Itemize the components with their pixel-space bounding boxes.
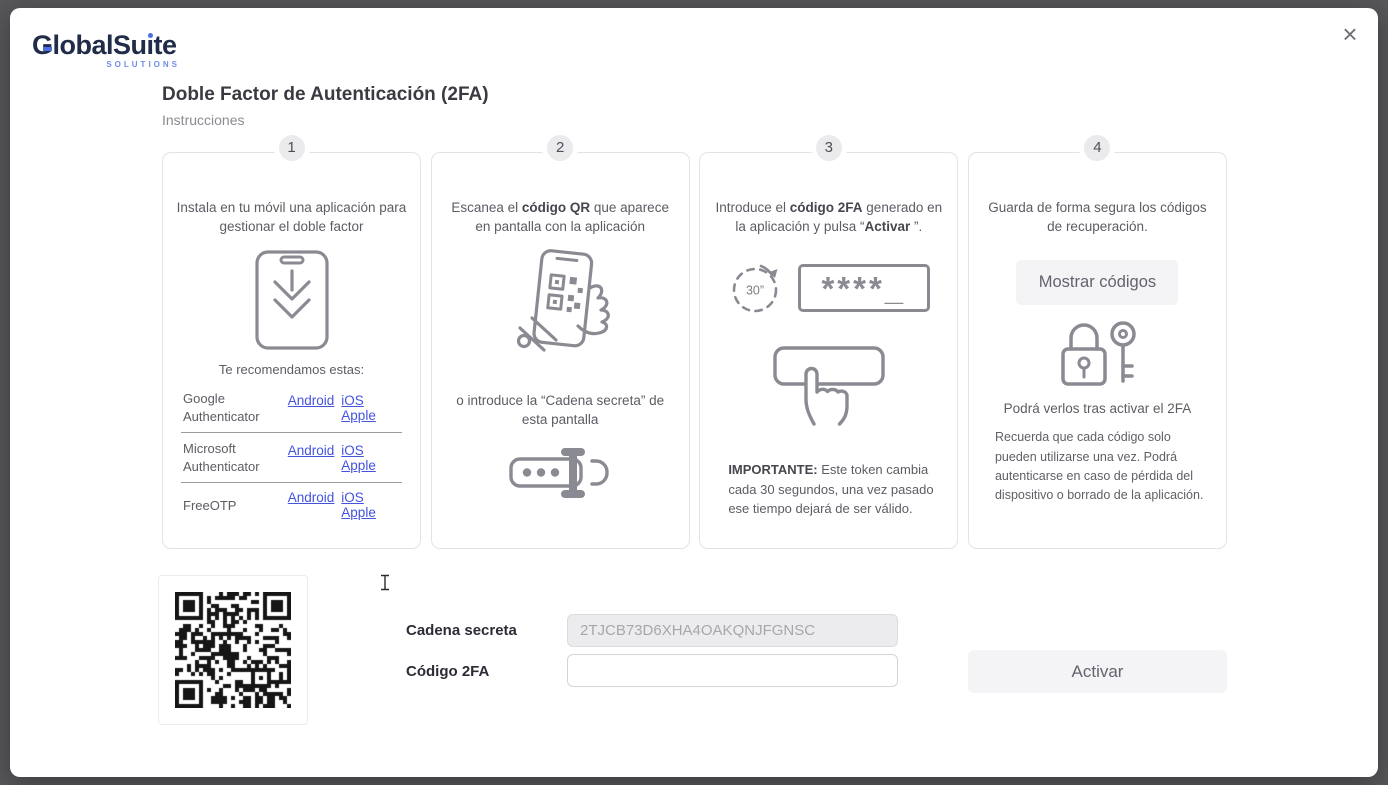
2fa-dialog: GlobalSuite SOLUTIONS × Doble Factor de … (10, 8, 1378, 777)
logo-tagline: SOLUTIONS (106, 60, 180, 69)
step-card-3: 3 Introduce el código 2FA generado en la… (699, 130, 959, 549)
step4-after-note: Podrá verlos tras activar el 2FA (1003, 401, 1192, 417)
2fa-code-label: Código 2FA (406, 663, 490, 680)
list-item: FreeOTP Android iOS Apple (181, 483, 402, 527)
logo-i-dot (148, 33, 153, 38)
step3-instruction: Introduce el código 2FA generado en la a… (715, 200, 943, 234)
ios-link[interactable]: iOS Apple (341, 443, 400, 473)
step-card-2: 2 Escanea el código QR que aparece en pa… (430, 130, 690, 549)
qr-code (175, 592, 291, 708)
step4-detail-note: Recuerda que cada código solo pueden uti… (994, 430, 1204, 503)
svg-text:30”: 30” (746, 284, 764, 298)
step1-recommend-text: Te recomendamos estas: (218, 362, 365, 378)
globalsuite-logo: GlobalSuite SOLUTIONS (32, 30, 202, 72)
step-number-1: 1 (273, 130, 310, 166)
show-codes-button[interactable]: Mostrar códigos (1016, 260, 1179, 306)
token-preview-icon: ****_ (797, 264, 930, 313)
app-name: FreeOTP (183, 497, 237, 513)
step2-alt-text: o introduce la “Cadena secreta” de esta … (456, 393, 665, 428)
android-link[interactable]: Android (288, 393, 335, 423)
step-card-1: 1 Instala en tu móvil una aplicación par… (162, 130, 421, 591)
ios-link[interactable]: iOS Apple (341, 393, 400, 423)
authenticator-apps-list: Google Authenticator Android iOS Apple M… (181, 383, 402, 527)
ios-link[interactable]: iOS Apple (341, 490, 400, 520)
android-link[interactable]: Android (288, 490, 335, 520)
app-name: Microsoft Authenticator (183, 441, 260, 474)
step-card-4: 4 Guarda de forma segura los códigos de … (967, 130, 1227, 549)
steps-row: 1 Instala en tu móvil una aplicación par… (162, 130, 1227, 591)
secret-string-field[interactable] (567, 614, 898, 647)
qr-code-container (158, 575, 308, 725)
step1-instruction: Instala en tu móvil una aplicación para … (176, 200, 407, 234)
token-icons-row: 30” ****_ (700, 260, 957, 316)
page-subtitle: Instrucciones (162, 112, 245, 128)
secret-field-icon (509, 448, 609, 499)
step-number-4: 4 (1079, 130, 1116, 166)
logo-g-accent (43, 47, 52, 51)
lock-and-key-icon (1061, 321, 1137, 386)
app-name: Google Authenticator (183, 391, 260, 424)
timer-30s-icon: 30” (732, 264, 778, 313)
logo-text: GlobalSuite (32, 30, 177, 60)
text-cursor-icon (381, 574, 389, 591)
step4-instruction: Guarda de forma segura los códigos de re… (988, 200, 1207, 234)
step-number-3: 3 (810, 130, 847, 166)
hand-scanning-qr-icon (517, 249, 611, 352)
step-number-2: 2 (542, 130, 579, 166)
android-link[interactable]: Android (288, 443, 335, 473)
secret-string-label: Cadena secreta (406, 622, 517, 639)
step2-instruction: Escanea el código QR que aparece en pant… (451, 200, 669, 234)
press-button-icon (773, 346, 885, 426)
2fa-code-field[interactable] (567, 654, 898, 687)
close-icon[interactable]: × (1334, 18, 1366, 50)
list-item: Microsoft Authenticator Android iOS Appl… (181, 433, 402, 484)
list-item: Google Authenticator Android iOS Apple (181, 383, 402, 434)
activate-button[interactable]: Activar (968, 650, 1227, 693)
page-title: Doble Factor de Autenticación (2FA) (162, 84, 489, 105)
step3-important-note: IMPORTANTE: Este token cambia cada 30 se… (728, 462, 934, 517)
phone-download-icon (254, 250, 329, 350)
